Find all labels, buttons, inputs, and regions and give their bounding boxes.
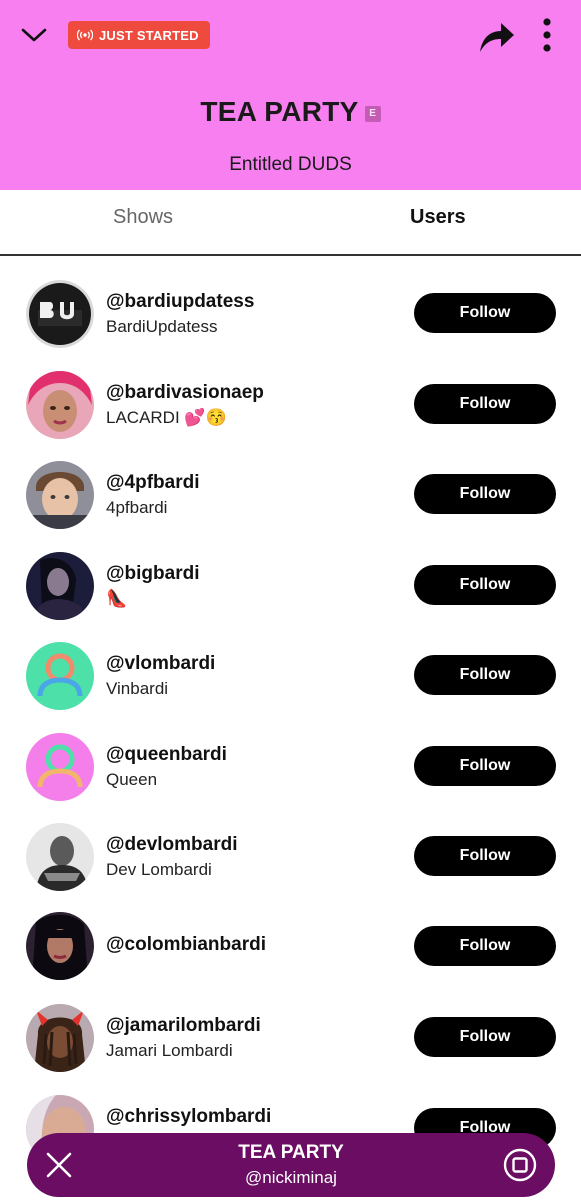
show-header: JUST STARTED TEA PARTY E Entitled DUDS xyxy=(0,0,581,190)
follow-button[interactable]: Follow xyxy=(414,565,556,605)
horns-photo-avatar xyxy=(26,1004,94,1072)
dark-photo-avatar xyxy=(26,552,94,620)
username[interactable]: @bardiupdatess xyxy=(106,291,254,313)
explicit-badge: E xyxy=(364,106,381,122)
bw-photo-avatar xyxy=(26,823,94,891)
display-name: 4pfbardi xyxy=(106,498,168,517)
list-item[interactable]: @colombianbardi Follow xyxy=(0,906,581,996)
follow-button[interactable]: Follow xyxy=(414,474,556,514)
list-item[interactable]: @devlombardi Dev Lombardi Follow xyxy=(0,815,581,905)
follow-button[interactable]: Follow xyxy=(414,293,556,333)
show-title: TEA PARTY xyxy=(200,96,359,127)
avatar[interactable] xyxy=(26,733,94,801)
list-item[interactable]: @jamarilombardi Jamari Lombardi Follow xyxy=(0,996,581,1086)
display-name: Dev Lombardi xyxy=(106,860,212,879)
bu-logo-avatar xyxy=(26,280,94,348)
follow-button[interactable]: Follow xyxy=(414,926,556,966)
avatar[interactable] xyxy=(26,280,94,348)
avatar[interactable] xyxy=(26,642,94,710)
avatar[interactable] xyxy=(26,912,94,980)
username[interactable]: @devlombardi xyxy=(106,834,238,856)
avatar[interactable] xyxy=(26,461,94,529)
mini-player-host[interactable]: @nickiminaj xyxy=(27,1168,555,1188)
username[interactable]: @chrissylombardi xyxy=(106,1106,271,1128)
follow-button[interactable]: Follow xyxy=(414,655,556,695)
username[interactable]: @bardivasionaep xyxy=(106,382,264,404)
tab-users[interactable]: Users xyxy=(410,206,466,229)
user-list: @bardiupdatess BardiUpdatess Follow @bar… xyxy=(0,256,581,1200)
username[interactable]: @4pfbardi xyxy=(106,472,199,494)
list-item[interactable]: @bigbardi 👠 Follow xyxy=(0,544,581,634)
list-item[interactable]: @vlombardi Vinbardi Follow xyxy=(0,634,581,724)
avatar[interactable] xyxy=(26,552,94,620)
list-item[interactable]: @4pfbardi 4pfbardi Follow xyxy=(0,453,581,543)
follow-button[interactable]: Follow xyxy=(414,1017,556,1057)
follow-button[interactable]: Follow xyxy=(414,746,556,786)
live-status-badge: JUST STARTED xyxy=(68,21,210,49)
display-name: 👠 xyxy=(106,589,128,608)
tab-shows[interactable]: Shows xyxy=(113,206,173,229)
display-name: Jamari Lombardi xyxy=(106,1041,233,1060)
pink-hair-photo-avatar xyxy=(26,371,94,439)
display-name: Queen xyxy=(106,770,158,789)
display-name: BardiUpdatess xyxy=(106,317,218,336)
follow-button[interactable]: Follow xyxy=(414,836,556,876)
tab-bar: Shows Users xyxy=(0,190,581,256)
username[interactable]: @bigbardi xyxy=(106,563,199,585)
list-item[interactable]: @bardiupdatess BardiUpdatess Follow xyxy=(0,272,581,362)
dark-hair-photo-avatar xyxy=(26,912,94,980)
broadcast-icon xyxy=(77,29,93,41)
list-item[interactable]: @queenbardi Queen Follow xyxy=(0,725,581,815)
more-options-icon[interactable] xyxy=(538,16,556,54)
live-badge-label: JUST STARTED xyxy=(99,27,199,43)
share-icon[interactable] xyxy=(476,18,516,54)
mini-player[interactable]: TEA PARTY @nickiminaj xyxy=(27,1133,555,1197)
username[interactable]: @vlombardi xyxy=(106,653,215,675)
display-name: Vinbardi xyxy=(106,679,169,698)
list-item[interactable]: @bardivasionaep LACARDI 💕😚 Follow xyxy=(0,363,581,453)
display-name: LACARDI 💕😚 xyxy=(106,408,227,427)
avatar[interactable] xyxy=(26,371,94,439)
show-subtitle: Entitled DUDS xyxy=(229,154,352,175)
stop-icon[interactable] xyxy=(503,1148,537,1182)
follow-button[interactable]: Follow xyxy=(414,384,556,424)
username[interactable]: @colombianbardi xyxy=(106,934,266,956)
chevron-down-icon[interactable] xyxy=(20,24,48,46)
username[interactable]: @queenbardi xyxy=(106,744,227,766)
show-title-row: TEA PARTY E xyxy=(0,96,581,128)
mini-player-title: TEA PARTY xyxy=(238,1142,344,1163)
avatar[interactable] xyxy=(26,823,94,891)
username[interactable]: @jamarilombardi xyxy=(106,1015,261,1037)
default-user-green-icon xyxy=(26,642,94,710)
avatar[interactable] xyxy=(26,1004,94,1072)
boy-photo-avatar xyxy=(26,461,94,529)
default-user-pink-icon xyxy=(26,733,94,801)
